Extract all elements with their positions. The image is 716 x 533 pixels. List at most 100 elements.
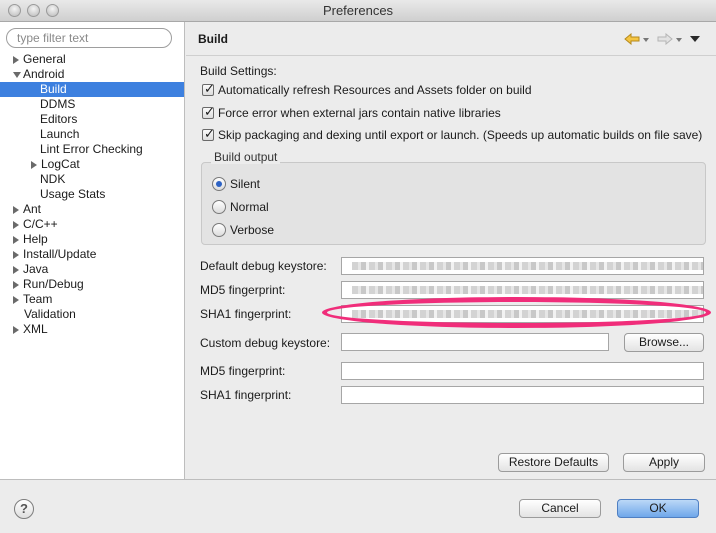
radio-selected-dot bbox=[216, 181, 222, 187]
tree-item-label: DDMS bbox=[40, 97, 76, 111]
sha1-fingerprint-label: SHA1 fingerprint: bbox=[200, 307, 292, 321]
tree-item-label: NDK bbox=[40, 172, 66, 186]
expand-arrow-icon[interactable] bbox=[13, 296, 19, 304]
page-title: Build bbox=[198, 32, 228, 46]
default-keystore-label: Default debug keystore: bbox=[200, 259, 327, 273]
forward-dropdown-icon[interactable] bbox=[676, 38, 682, 42]
tree-item-team[interactable]: Team bbox=[0, 292, 184, 307]
tree-item-label: General bbox=[23, 52, 66, 66]
checkbox-label: Automatically refresh Resources and Asse… bbox=[218, 83, 532, 97]
expand-arrow-icon[interactable] bbox=[13, 236, 19, 244]
tree-item-build[interactable]: Build bbox=[0, 82, 184, 97]
tree-item-validation[interactable]: Validation bbox=[0, 307, 184, 322]
tree-item-label: Ant bbox=[23, 202, 42, 216]
tree-item-label: Launch bbox=[40, 127, 80, 141]
tree-item-label: Android bbox=[23, 67, 65, 81]
history-navigation bbox=[624, 33, 704, 47]
tree-item-label: Build bbox=[40, 82, 67, 96]
preferences-tree: General Android Build DDMS Editors Launch Lint… bbox=[0, 52, 184, 337]
tree-item-label: Editors bbox=[40, 112, 78, 126]
tree-item-label: LogCat bbox=[41, 157, 80, 171]
expand-arrow-icon[interactable] bbox=[13, 251, 19, 259]
tree-item-label: C/C++ bbox=[23, 217, 58, 231]
checkmark-icon: ✓ bbox=[204, 81, 215, 96]
tree-item-label: Install/Update bbox=[23, 247, 97, 261]
tree-item-general[interactable]: General bbox=[0, 52, 184, 67]
custom-sha1-field[interactable] bbox=[341, 386, 704, 404]
tree-item-ndk[interactable]: NDK bbox=[0, 172, 184, 187]
tree-item-logcat[interactable]: LogCat bbox=[0, 157, 184, 172]
radio-button[interactable] bbox=[212, 200, 226, 214]
expand-arrow-icon[interactable] bbox=[13, 206, 19, 214]
apply-button[interactable]: Apply bbox=[623, 453, 705, 472]
custom-keystore-label: Custom debug keystore: bbox=[200, 336, 331, 350]
back-arrow-icon[interactable] bbox=[624, 33, 640, 45]
checkbox-box[interactable]: ✓ bbox=[202, 81, 215, 96]
expand-arrow-icon[interactable] bbox=[13, 281, 19, 289]
build-settings-panel: Build Settings: ✓ Automatically refresh … bbox=[186, 57, 716, 479]
build-settings-label: Build Settings: bbox=[200, 64, 277, 78]
checkbox-label: Skip packaging and dexing until export o… bbox=[218, 128, 703, 142]
tree-item-help[interactable]: Help bbox=[0, 232, 184, 247]
tree-item-label: Run/Debug bbox=[23, 277, 84, 291]
dialog-footer: ? Cancel OK bbox=[0, 479, 716, 533]
custom-md5-field[interactable] bbox=[341, 362, 704, 380]
tree-item-ant[interactable]: Ant bbox=[0, 202, 184, 217]
tree-item-label: Lint Error Checking bbox=[40, 142, 143, 156]
window-title: Preferences bbox=[322, 3, 394, 18]
preferences-tree-pane: GeneralAndroidBuildDDMSEditorsLaunchLint… bbox=[0, 22, 185, 479]
tree-item-ddms[interactable]: DDMS bbox=[0, 97, 184, 112]
tree-item-label: XML bbox=[23, 322, 48, 336]
restore-defaults-button[interactable]: Restore Defaults bbox=[498, 453, 609, 472]
radio-label: Silent bbox=[230, 177, 261, 191]
build-output-label: Build output bbox=[211, 150, 281, 164]
checkbox-box[interactable]: ✓ bbox=[202, 126, 215, 141]
tree-item-label: Team bbox=[23, 292, 53, 306]
md5-fingerprint-label: MD5 fingerprint: bbox=[200, 283, 286, 297]
expand-arrow-icon[interactable] bbox=[13, 266, 19, 274]
radio-button[interactable] bbox=[212, 177, 226, 191]
forward-arrow-icon[interactable] bbox=[657, 33, 673, 45]
radio-label: Verbose bbox=[230, 223, 275, 237]
expand-arrow-icon[interactable] bbox=[13, 221, 19, 229]
build-output-group bbox=[201, 162, 706, 245]
tree-item-run-debug[interactable]: Run/Debug bbox=[0, 277, 184, 292]
radio-button[interactable] bbox=[212, 223, 226, 237]
expand-arrow-icon[interactable] bbox=[31, 161, 37, 169]
checkbox-label: Force error when external jars contain n… bbox=[218, 106, 501, 120]
browse-button[interactable]: Browse... bbox=[624, 333, 704, 352]
tree-item-label: Usage Stats bbox=[40, 187, 106, 201]
md5-fingerprint-field[interactable] bbox=[341, 281, 704, 299]
radio-label: Normal bbox=[230, 200, 269, 214]
default-keystore-field[interactable] bbox=[341, 257, 704, 275]
title-bar: Preferences bbox=[0, 0, 716, 22]
sha1-fingerprint-field[interactable] bbox=[341, 305, 704, 323]
collapse-arrow-icon[interactable] bbox=[13, 72, 21, 78]
custom-md5-label: MD5 fingerprint: bbox=[200, 364, 286, 378]
tree-item-editors[interactable]: Editors bbox=[0, 112, 184, 127]
ok-button[interactable]: OK bbox=[617, 499, 699, 518]
tree-item-label: Java bbox=[23, 262, 49, 276]
help-icon[interactable]: ? bbox=[14, 499, 34, 519]
cancel-button[interactable]: Cancel bbox=[519, 499, 601, 518]
expand-arrow-icon[interactable] bbox=[13, 56, 19, 64]
tree-item-label: Validation bbox=[24, 307, 76, 321]
view-menu-icon[interactable] bbox=[690, 36, 700, 42]
checkmark-icon: ✓ bbox=[204, 104, 215, 119]
custom-sha1-label: SHA1 fingerprint: bbox=[200, 388, 292, 402]
filter-input[interactable] bbox=[6, 28, 172, 48]
tree-item-java[interactable]: Java bbox=[0, 262, 184, 277]
tree-item-launch[interactable]: Launch bbox=[0, 127, 184, 142]
custom-keystore-field[interactable] bbox=[341, 333, 609, 351]
tree-item-usage-stats[interactable]: Usage Stats bbox=[0, 187, 184, 202]
tree-item-label: Help bbox=[23, 232, 48, 246]
tree-item-lint-error-checking[interactable]: Lint Error Checking bbox=[0, 142, 184, 157]
checkmark-icon: ✓ bbox=[204, 126, 215, 141]
tree-item-android[interactable]: Android bbox=[0, 67, 184, 82]
tree-item-c-c-[interactable]: C/C++ bbox=[0, 217, 184, 232]
checkbox-box[interactable]: ✓ bbox=[202, 104, 215, 119]
tree-item-install-update[interactable]: Install/Update bbox=[0, 247, 184, 262]
back-dropdown-icon[interactable] bbox=[643, 38, 649, 42]
expand-arrow-icon[interactable] bbox=[13, 326, 19, 334]
tree-item-xml[interactable]: XML bbox=[0, 322, 184, 337]
